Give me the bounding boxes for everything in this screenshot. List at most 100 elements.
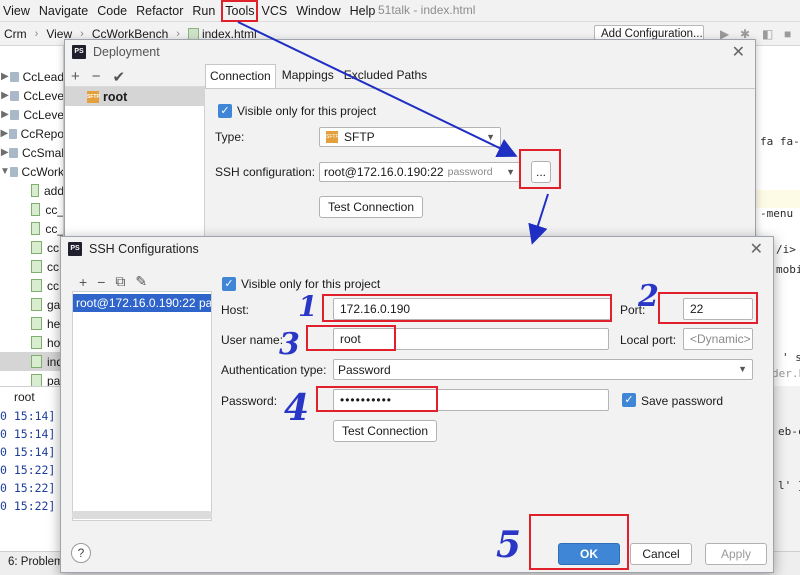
type-select-value: SFTP — [344, 130, 375, 144]
tree-file[interactable]: cc_ — [0, 219, 63, 238]
chevron-right-icon[interactable]: ▶ — [0, 71, 10, 82]
chevron-right-icon[interactable]: ▶ — [0, 90, 10, 101]
code-line: -menu — [760, 207, 794, 220]
connection-panel: ✓ Visible only for this project Type: SF… — [205, 88, 755, 238]
cancel-button[interactable]: Cancel — [630, 543, 692, 565]
chevron-down-icon: ▼ — [506, 167, 515, 177]
tree-item-label: CcLeve — [23, 88, 64, 103]
help-button[interactable]: ? — [71, 543, 91, 563]
tree-file[interactable]: cc — [0, 276, 63, 295]
menu-help[interactable]: Help — [347, 0, 382, 22]
problems-tool-button[interactable]: 6: Problem — [8, 556, 64, 568]
close-icon[interactable]: ✕ — [732, 42, 745, 62]
menu-view[interactable]: View — [0, 0, 36, 22]
authentication-type-select[interactable]: Password ▼ — [333, 359, 753, 380]
html-file-icon — [31, 374, 42, 386]
ssh-configuration-hint: password — [447, 166, 493, 178]
local-port-label: Local port: — [620, 333, 677, 347]
log-line: 0 15:14] — [0, 445, 56, 459]
tree-file[interactable]: he — [0, 314, 63, 333]
add-icon[interactable]: + — [79, 274, 87, 290]
ssh-config-item[interactable]: root@172.16.0.190:22 password — [73, 294, 211, 312]
horizontal-scrollbar[interactable] — [72, 511, 212, 519]
tree-file[interactable]: ga — [0, 295, 63, 314]
deployment-title: Deployment — [93, 45, 160, 59]
chevron-right-icon[interactable]: ▶ — [0, 147, 9, 158]
tree-folder[interactable]: ▶ CcLead — [0, 67, 63, 86]
tree-item-label: CcRepo — [20, 126, 64, 141]
ssh-toolbar: + − ⧉ ✎ — [79, 273, 147, 290]
edit-icon[interactable]: ✎ — [135, 273, 147, 290]
copy-icon[interactable]: ⧉ — [115, 273, 125, 290]
chevron-down-icon[interactable]: ▼ — [0, 166, 10, 177]
host-label: Host: — [221, 303, 250, 317]
breadcrumb-separator-icon: › — [34, 27, 39, 40]
code-line: /i> — [776, 243, 796, 256]
menu-navigate[interactable]: Navigate — [36, 0, 94, 22]
deployment-test-connection-button[interactable]: Test Connection — [319, 196, 423, 218]
password-label: Password: — [221, 394, 278, 408]
local-port-input[interactable]: <Dynamic> — [683, 328, 753, 350]
ssh-test-connection-button[interactable]: Test Connection — [333, 420, 437, 442]
html-file-icon — [31, 336, 42, 349]
tree-file[interactable]: cc — [0, 257, 63, 276]
server-list: SFTP root — [65, 86, 205, 238]
code-line: mobi — [776, 263, 800, 276]
apply-button[interactable]: Apply — [705, 543, 767, 565]
tree-item-label: cc — [47, 259, 59, 274]
close-icon[interactable]: ✕ — [750, 239, 763, 259]
annotation-number: 4 — [284, 387, 310, 429]
chevron-down-icon: ▼ — [738, 364, 747, 374]
chevron-down-icon: ▼ — [486, 132, 495, 142]
tree-file[interactable]: ind — [0, 352, 63, 371]
add-icon[interactable]: + — [71, 68, 80, 86]
menu-window[interactable]: Window — [293, 0, 346, 22]
tree-file[interactable]: pa — [0, 371, 63, 386]
tree-file[interactable]: cc — [0, 238, 63, 257]
tree-item-label: add — [43, 183, 64, 198]
tree-folder[interactable]: ▶ CcLeve — [0, 86, 64, 105]
menu-tools[interactable]: Tools — [221, 0, 259, 22]
tree-file[interactable]: cc_ — [0, 200, 63, 219]
phpstorm-logo-icon: PS — [68, 242, 82, 256]
ssh-visible-only-label: Visible only for this project — [241, 277, 381, 291]
menu-run[interactable]: Run — [189, 0, 221, 22]
tree-file[interactable]: ho — [0, 333, 63, 352]
tab-connection[interactable]: Connection — [205, 64, 276, 88]
current-line-highlight — [756, 190, 800, 208]
annotation-number: 2 — [638, 279, 659, 314]
tree-file[interactable]: add — [0, 181, 64, 200]
run-panel: root 0 15:14] 0 15:14] 0 15:14] 0 15:22]… — [0, 386, 64, 551]
breadcrumb-separator-icon: › — [80, 27, 84, 40]
tree-folder[interactable]: ▶ CcRepo — [0, 124, 64, 143]
chevron-right-icon[interactable]: ▶ — [0, 109, 10, 120]
type-label: Type: — [215, 130, 245, 144]
menu-refactor[interactable]: Refactor — [133, 0, 189, 22]
server-item-root[interactable]: SFTP root — [65, 87, 205, 106]
save-password-label: Save password — [641, 394, 724, 408]
stop-icon[interactable]: ■ — [784, 27, 791, 41]
menu-code[interactable]: Code — [94, 0, 133, 22]
log-line: 0 15:14] — [0, 409, 56, 423]
remove-icon[interactable]: − — [97, 274, 105, 290]
save-password-checkbox[interactable]: ✓ — [622, 393, 636, 407]
ssh-visible-only-checkbox[interactable]: ✓ — [222, 277, 236, 291]
use-as-default-icon[interactable]: ✔ — [113, 68, 126, 86]
coverage-icon[interactable]: ◧ — [762, 27, 773, 41]
folder-icon — [9, 147, 18, 158]
code-line: der.h — [772, 367, 800, 380]
tree-folder[interactable]: ▼ CcWork — [0, 162, 63, 181]
chevron-right-icon[interactable]: ▶ — [0, 128, 9, 139]
tree-folder[interactable]: ▶ CcSmal — [0, 143, 63, 162]
tab-mappings[interactable]: Mappings — [278, 64, 338, 88]
type-select[interactable]: SFTP SFTP ▼ — [319, 127, 501, 147]
visible-only-checkbox[interactable]: ✓ — [218, 104, 232, 118]
breadcrumb-crm[interactable]: Crm — [0, 27, 31, 41]
ssh-configuration-select[interactable]: root@172.16.0.190:22 password ▼ — [319, 162, 521, 182]
tab-excluded-paths[interactable]: Excluded Paths — [340, 64, 431, 88]
tree-folder[interactable]: ▶ CcLeve — [0, 105, 63, 124]
run-tab-root[interactable]: root — [14, 390, 35, 404]
menu-vcs[interactable]: VCS — [258, 0, 293, 22]
remove-icon[interactable]: − — [92, 68, 101, 86]
authentication-type-value: Password — [338, 362, 391, 377]
